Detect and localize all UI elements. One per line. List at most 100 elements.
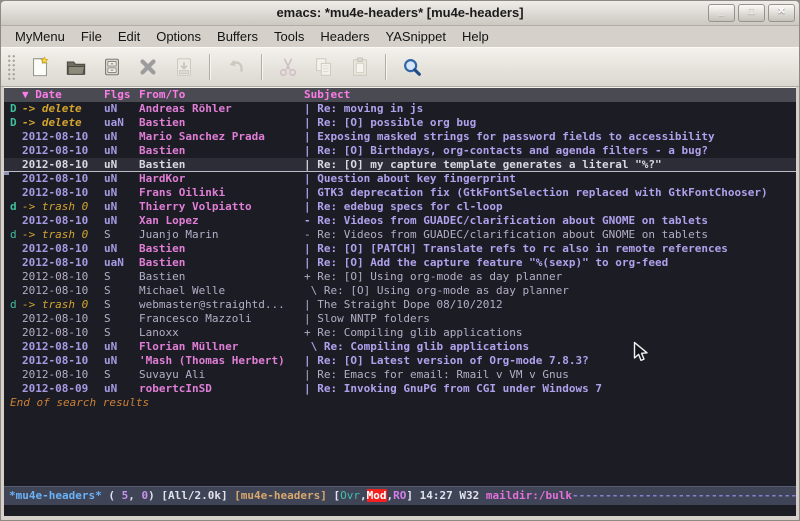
window-title: emacs: *mu4e-headers* [mu4e-headers] <box>1 1 799 25</box>
mark-cell <box>10 326 22 340</box>
mu4e-headers-buffer[interactable]: ▼ Date Flgs From/To Subject D-> deleteuN… <box>4 87 796 486</box>
message-row[interactable]: 2012-08-10uN'Mash (Thomas Herbert)| Re: … <box>4 354 796 368</box>
message-row[interactable]: 2012-08-10uNBastien| Re: [O] Birthdays, … <box>4 144 796 158</box>
from-cell: Suvayu Ali <box>139 368 304 382</box>
subject-cell: | Re: [O] possible org bug <box>304 116 796 130</box>
modeline-segment-default: [ <box>327 489 340 502</box>
modeline-segment-dashes: ---------------------------------------- <box>572 489 796 502</box>
menu-headers[interactable]: Headers <box>312 26 377 47</box>
date-cell: 2012-08-10 <box>22 326 104 340</box>
mark-cell <box>10 242 22 256</box>
message-row[interactable]: 2012-08-10SSuvayu Ali| Re: Emacs for ema… <box>4 368 796 382</box>
mark-cell <box>10 144 22 158</box>
message-row[interactable]: 2012-08-10uNFrans Oilinki| GTK3 deprecat… <box>4 186 796 200</box>
mark-cell <box>10 256 22 270</box>
message-row[interactable]: 2012-08-10SBastien+ Re: [O] Using org-mo… <box>4 270 796 284</box>
titlebar[interactable]: emacs: *mu4e-headers* [mu4e-headers] _□✕ <box>1 1 799 26</box>
search-icon <box>401 56 423 78</box>
menu-edit[interactable]: Edit <box>110 26 148 47</box>
date-cell: 2012-08-09 <box>22 382 104 396</box>
menu-file[interactable]: File <box>73 26 110 47</box>
message-row[interactable]: 2012-08-09uNrobertcInSD| Re: Invoking Gn… <box>4 382 796 396</box>
from-cell: Juanjo Marin <box>139 228 304 242</box>
flags-cell: uN <box>104 130 139 144</box>
subject-cell: | Question about key fingerprint <box>304 172 796 186</box>
close-buffer-button[interactable] <box>131 52 164 82</box>
from-cell: Andreas Röhler <box>139 102 304 116</box>
date-cell: 2012-08-10 <box>22 242 104 256</box>
menu-buffers[interactable]: Buffers <box>209 26 266 47</box>
from-cell: Florian Müllner <box>139 340 304 354</box>
message-row[interactable]: 2012-08-10uNHardKor| Question about key … <box>4 172 796 186</box>
from-cell: Bastien <box>139 242 304 256</box>
message-row[interactable]: d-> trash 0uNThierry Volpiatto| Re: edeb… <box>4 200 796 214</box>
modeline-segment-default: , <box>128 489 141 502</box>
mark-cell: D <box>10 116 22 130</box>
message-row[interactable]: 2012-08-10uNBastien| Re: [O] [PATCH] Tra… <box>4 242 796 256</box>
modeline-segment-default: 14:27 W32 <box>420 489 486 502</box>
from-cell: 'Mash (Thomas Herbert) <box>139 354 304 368</box>
from-cell: Mario Sanchez Prada <box>139 130 304 144</box>
message-row[interactable]: 2012-08-10uNMario Sanchez Prada| Exposin… <box>4 130 796 144</box>
copy-button <box>307 52 340 82</box>
flags-cell: uN <box>104 200 139 214</box>
message-row[interactable]: D-> deleteuNAndreas Röhler| Re: moving i… <box>4 102 796 116</box>
flags-cell: uN <box>104 340 139 354</box>
modeline-segment-default: ) [All/2.0k] <box>148 489 234 502</box>
subject-cell: | Re: [O] Birthdays, org-contacts and ag… <box>304 144 796 158</box>
flags-cell: uaN <box>104 256 139 270</box>
new-file-button[interactable] <box>23 52 56 82</box>
menu-options[interactable]: Options <box>148 26 209 47</box>
from-cell: robertcInSD <box>139 382 304 396</box>
message-row[interactable]: 2012-08-10SFrancesco Mazzoli| Slow NNTP … <box>4 312 796 326</box>
subject-cell: | Re: Invoking GnuPG from CGI under Wind… <box>304 382 796 396</box>
date-cell: 2012-08-10 <box>22 368 104 382</box>
open-file-button[interactable] <box>59 52 92 82</box>
date-cell: 2012-08-10 <box>22 130 104 144</box>
flags-cell: uN <box>104 214 139 228</box>
emacs-window: emacs: *mu4e-headers* [mu4e-headers] _□✕… <box>0 0 800 521</box>
message-row-current[interactable]: 2012-08-10uNBastien| Re: [O] my capture … <box>4 158 796 172</box>
message-row[interactable]: D-> deleteuaNBastien| Re: [O] possible o… <box>4 116 796 130</box>
message-row[interactable]: 2012-08-10SLanoxx+ Re: Compiling glib ap… <box>4 326 796 340</box>
minibuffer-echo-area <box>4 505 796 516</box>
from-cell: Michael Welle <box>139 284 304 298</box>
message-row[interactable]: d-> trash 0SJuanjo Marin- Re: Videos fro… <box>4 228 796 242</box>
modeline-segment-default: , <box>360 489 367 502</box>
close-button[interactable]: ✕ <box>768 4 795 22</box>
search-button[interactable] <box>395 52 428 82</box>
date-cell: 2012-08-10 <box>22 270 104 284</box>
menu-help[interactable]: Help <box>454 26 497 47</box>
subject-column-header: Subject <box>304 88 796 102</box>
message-row[interactable]: 2012-08-10uaNBastien| Re: [O] Add the ca… <box>4 256 796 270</box>
from-cell: Bastien <box>139 158 304 172</box>
flags-cell: uN <box>104 186 139 200</box>
mode-line[interactable]: *mu4e-headers* ( 5, 0) [All/2.0k] [mu4e-… <box>4 486 796 505</box>
mark-cell <box>10 284 22 298</box>
message-row[interactable]: 2012-08-10uNFlorian Müllner \ Re: Compil… <box>4 340 796 354</box>
subject-cell: | GTK3 deprecation fix (GtkFontSelection… <box>304 186 796 200</box>
subject-cell: + Re: Compiling glib applications <box>304 326 796 340</box>
toolbar <box>1 47 799 87</box>
message-row[interactable]: d-> trash 0Swebmaster@straightd...| The … <box>4 298 796 312</box>
menu-tools[interactable]: Tools <box>266 26 312 47</box>
minimize-button[interactable]: _ <box>708 4 735 22</box>
subject-cell: | Re: [O] [PATCH] Translate refs to rc a… <box>304 242 796 256</box>
date-cell: -> trash 0 <box>22 228 104 242</box>
maximize-button[interactable]: □ <box>738 4 765 22</box>
flags-cell: uN <box>104 158 139 172</box>
message-row[interactable]: 2012-08-10SMichael Welle \ Re: [O] Using… <box>4 284 796 298</box>
paste-button <box>343 52 376 82</box>
message-row[interactable]: 2012-08-10uNXan Lopez- Re: Videos from G… <box>4 214 796 228</box>
date-cell: 2012-08-10 <box>22 354 104 368</box>
cut-icon <box>277 56 299 78</box>
paste-icon <box>349 56 371 78</box>
mark-cell <box>10 270 22 284</box>
from-cell: Francesco Mazzoli <box>139 312 304 326</box>
save-buffer-button[interactable] <box>95 52 128 82</box>
subject-cell: | Re: [O] Add the capture feature "%(sex… <box>304 256 796 270</box>
subject-cell: | The Straight Dope 08/10/2012 <box>304 298 796 312</box>
menu-mymenu[interactable]: MyMenu <box>7 26 73 47</box>
menu-yasnippet[interactable]: YASnippet <box>377 26 453 47</box>
toolbar-grip[interactable] <box>7 54 16 80</box>
